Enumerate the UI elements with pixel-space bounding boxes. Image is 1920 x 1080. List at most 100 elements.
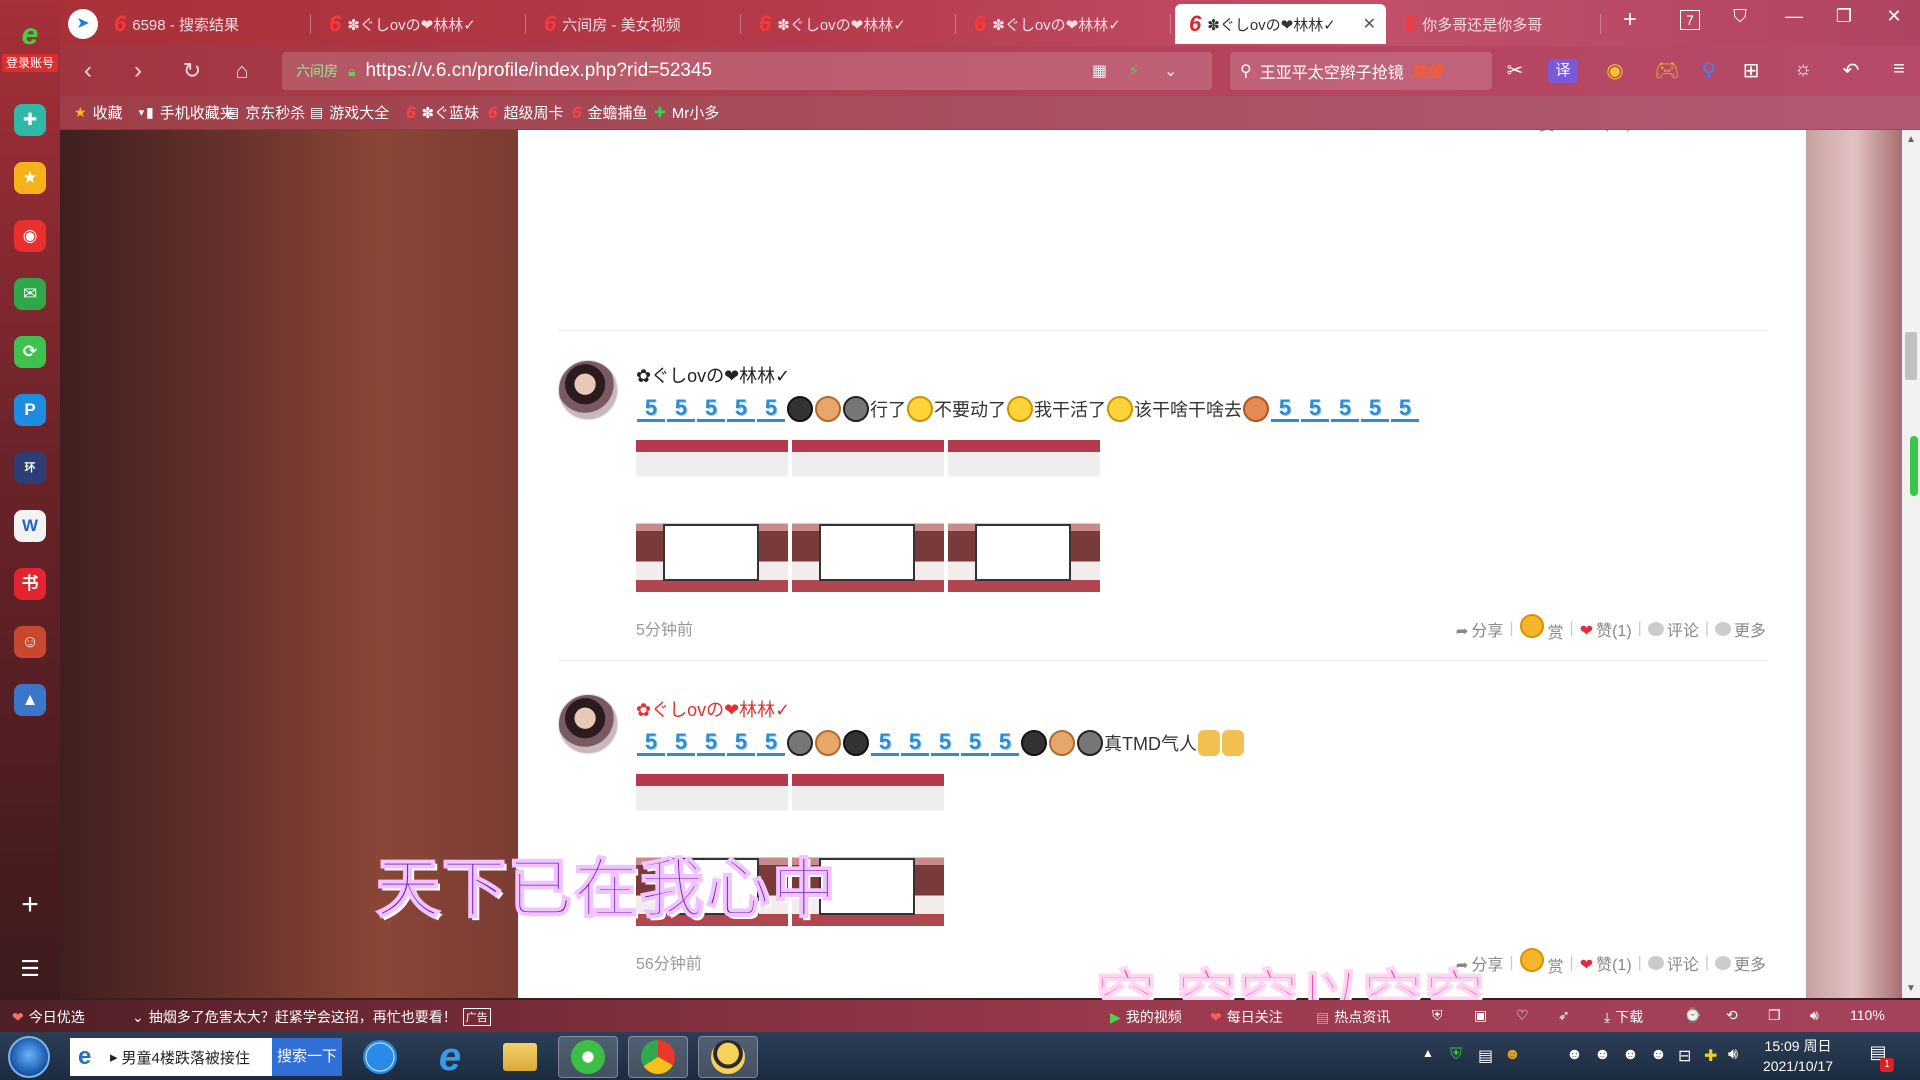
main-menu-icon[interactable]: ≡ [1884,58,1914,81]
zoom-level[interactable]: 110% [1850,1007,1885,1023]
translate-icon[interactable]: ✚ [14,104,46,136]
post-image-thumbnail[interactable] [636,440,788,592]
tray-qq-icon[interactable]: ☻ [1504,1046,1521,1064]
taskbar-app-ie[interactable]: e [420,1036,480,1078]
tray-qq-icon[interactable]: ☻ [1594,1046,1611,1064]
iqiyi-icon[interactable]: ⟳ [14,336,46,368]
tab-4[interactable]: 6 ✽ぐしovの❤林林✓ [960,4,1171,44]
volume-icon[interactable]: 🔊︎ [1810,1007,1819,1024]
tray-qq-icon[interactable]: ☻ [1622,1046,1639,1064]
browser-nav-icon[interactable]: ➤ [60,4,100,44]
skin-shirt-icon[interactable]: ⛉ [1722,6,1758,27]
post-author-name[interactable]: ✿ぐしovの❤林林✓ [636,362,790,388]
ad-news-link[interactable]: ⌄ 抽烟多了危害太大？赶紧学会这招，再忙也要看！ 广告 [132,1007,491,1027]
like-button[interactable]: ❤ 赞(1) [1580,617,1632,641]
tab-3[interactable]: 6 ✽ぐしovの❤林林✓ [745,4,956,44]
translate-button[interactable]: 译 [1548,59,1578,83]
heart-outline-icon[interactable]: ♡ [1516,1007,1529,1024]
rocket-icon[interactable]: ➶ [1558,1007,1570,1024]
post-image-thumbnail[interactable] [948,440,1100,592]
tab-6[interactable]: 6 你多哥还是你多哥 [1390,4,1601,44]
close-window-button[interactable]: ✕ [1876,6,1912,27]
globe-game-icon[interactable]: 环 [14,452,46,484]
taskbar-app-folder[interactable] [490,1036,550,1078]
like-button[interactable]: ❤赞(10) [1571,130,1632,133]
scroll-up-arrow-icon[interactable]: ▲ [1902,134,1920,145]
login-account-button[interactable]: 登录账号 [2,54,58,72]
taskbar-app-k[interactable] [350,1036,410,1078]
image-icon[interactable]: ▣ [1474,1007,1487,1024]
post-image-thumbnail[interactable] [792,440,944,592]
sync-icon[interactable]: ⟲ [1726,1007,1738,1024]
minimize-button[interactable]: — [1776,6,1812,27]
reward-button[interactable]: 赏 [1519,614,1564,643]
taskbar-search-input[interactable]: e ▸ 男童4楼跌落被接住 [70,1038,272,1076]
brightness-icon[interactable]: ☼ [1788,58,1818,81]
post-author-name[interactable]: ✿ぐしovの❤林林✓ [636,696,790,722]
speed-icon[interactable]: ⚡ [1128,61,1139,81]
p-app-icon[interactable]: P [14,394,46,426]
magnifier-icon[interactable]: ⚲ [1694,58,1724,83]
hot-news-button[interactable]: ▤ 热点资讯 [1316,1007,1390,1027]
scroll-down-arrow-icon[interactable]: ▼ [1902,983,1920,994]
game-world-icon[interactable]: ▲ [14,684,46,716]
weibo-icon[interactable]: ◉ [14,220,46,252]
bookmark-item[interactable]: 6 超级周卡 [488,102,563,123]
chevron-down-icon[interactable]: ⌄ [1164,61,1177,81]
scissors-icon[interactable]: ✂ [1500,58,1530,83]
tab-counter-icon[interactable]: 7 [1672,10,1708,30]
mail-icon[interactable]: ✉ [14,278,46,310]
restore-button[interactable]: ❐ [1826,6,1862,27]
undo-icon[interactable]: ↶ [1836,58,1866,83]
share-button[interactable]: ➦分享 [1454,617,1504,641]
avatar[interactable] [558,360,618,420]
taskbar-app-chrome[interactable] [628,1036,688,1078]
address-bar[interactable]: 六间房 🔒︎ https://v.6.cn/profile/index.php?… [282,52,1212,90]
forward-button[interactable]: › [120,54,156,90]
more-button[interactable]: 更多 [1714,951,1766,975]
tray-expand-icon[interactable]: ▲ [1422,1046,1434,1060]
grid-apps-icon[interactable]: ⊞ [1736,58,1766,83]
reward-button[interactable]: 赏 [1511,130,1555,135]
daily-follow-button[interactable]: ❤ 每日关注 [1210,1007,1283,1027]
menu-list-icon[interactable]: ☰ [14,956,46,982]
tray-shield-icon[interactable]: ⛨ [1450,1046,1462,1064]
coin-icon[interactable]: ◉ [1600,58,1630,83]
page-scrollbar[interactable]: ▲ ▼ [1902,130,1920,998]
tab-5[interactable]: 6 ✽ぐしovの❤林林✓ ✕ [1175,4,1386,44]
bookmark-item[interactable]: 6 金蟾捕鱼 [572,102,647,123]
taskbar-app-browser[interactable] [558,1036,618,1078]
bookmark-item[interactable]: ▤ 游戏大全 [310,102,389,123]
taskbar-search-button[interactable]: 搜索一下 [272,1038,342,1076]
comment-button[interactable]: 评论 [1647,617,1699,641]
refresh-button[interactable]: ↻ [174,54,210,90]
search-box[interactable]: ⚲ 王亚平太空辫子抢镜 热搜 [1230,52,1492,90]
today-pick-button[interactable]: ❤ 今日优选 [12,1007,85,1027]
chevron-down-icon[interactable]: ▾ [139,106,145,119]
tray-qq-icon[interactable]: ☻ [1566,1046,1583,1064]
qr-code-icon[interactable]: ▦ [1092,61,1107,81]
xiaohongshu-icon[interactable]: 书 [14,568,46,600]
browser-logo-icon[interactable]: e [8,18,52,51]
reward-button[interactable]: 赏 [1519,948,1564,977]
close-tab-icon[interactable]: ✕ [1363,14,1376,34]
tray-volume-icon[interactable]: 🔊︎ [1728,1046,1738,1064]
shield-icon[interactable]: ⛨ [1432,1007,1443,1024]
game-character-icon[interactable]: ☺ [14,626,46,658]
tab-2[interactable]: 6 六间房 - 美女视频 [530,4,741,44]
download-button[interactable]: ⤓ 下载 [1604,1007,1643,1027]
tray-notes-icon[interactable]: ▤ [1478,1046,1493,1066]
notification-center-icon[interactable]: ▤ 1 [1864,1042,1894,1072]
new-tab-button[interactable]: + [1612,6,1648,34]
more-button[interactable]: 更多 [1714,617,1766,641]
bookmark-item[interactable]: ▤ 京东秒杀 [226,102,305,123]
tray-qq-icon[interactable]: ☻ [1650,1046,1667,1064]
window-icon[interactable]: ❐ [1768,1007,1781,1024]
taskbar-app-avatar[interactable] [698,1036,758,1078]
share-button[interactable]: ➦分享 [1445,130,1495,133]
my-video-button[interactable]: ▶ 我的视频 [1110,1007,1182,1027]
back-button[interactable]: ‹ [70,54,106,90]
favorites-icon[interactable]: ★ [14,162,46,194]
more-button[interactable]: 更多 [1715,130,1766,133]
add-app-icon[interactable]: + [14,888,46,922]
